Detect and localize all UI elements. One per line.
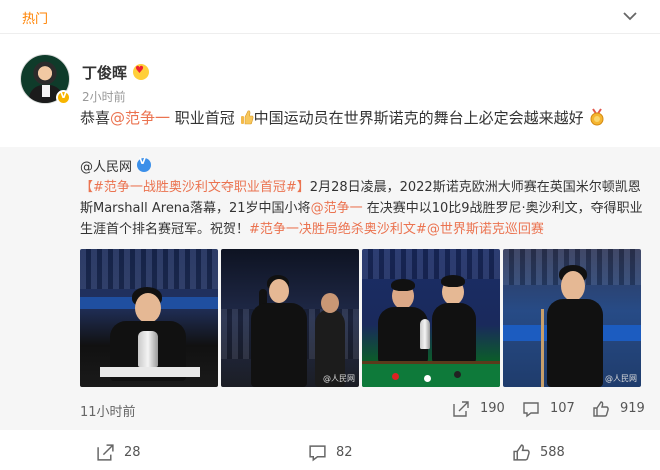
- top-bar: 热门: [0, 0, 660, 34]
- post-after: 中国运动员在世界斯诺克的舞台上必定会越来越好: [253, 109, 584, 127]
- watermark-text: @人民网: [323, 374, 355, 383]
- like-count: 588: [540, 445, 565, 460]
- repost-card[interactable]: @人民网 V 【#范争一战胜奥沙利文夺职业首冠#】2月28日凌晨，2022斯诺克…: [0, 147, 660, 430]
- photo-grid: @人民网 @人民网: [80, 249, 641, 387]
- verified-blue-icon: V: [137, 157, 151, 172]
- repost-time[interactable]: 11小时前: [80, 401, 136, 420]
- post-time[interactable]: 2小时前: [82, 88, 126, 105]
- post-prefix: 恭喜: [80, 109, 111, 127]
- chevron-down-icon[interactable]: [620, 6, 640, 26]
- share-count: 28: [124, 445, 141, 460]
- tour-mention-link[interactable]: @世界斯诺克巡回赛: [427, 222, 544, 237]
- repost-comment-count: 107: [550, 401, 575, 416]
- comment-icon: [309, 445, 326, 462]
- share-icon: [453, 401, 469, 417]
- topic-link-2[interactable]: #范争一决胜局绝杀奥沙利文#: [249, 222, 427, 237]
- repost-meta: 11小时前 190 107 919: [0, 399, 660, 420]
- post-middle: 职业首冠: [170, 109, 235, 127]
- repost-share-count: 190: [480, 401, 505, 416]
- repost-author[interactable]: @人民网: [80, 156, 132, 175]
- author-name[interactable]: 丁俊晖: [82, 62, 127, 83]
- photo-celebration[interactable]: @人民网: [221, 249, 359, 387]
- comment-icon: [523, 402, 539, 418]
- repost-mention-link[interactable]: @范争一: [311, 201, 363, 216]
- comment-count: 82: [336, 445, 353, 460]
- like-icon: [513, 444, 530, 461]
- thumbs-up-emoji-icon: [240, 110, 253, 125]
- watermark-text-2: @人民网: [605, 374, 637, 383]
- medal-emoji-icon: [590, 108, 604, 126]
- action-bar: 28 82 588: [0, 436, 660, 470]
- photo-finalists[interactable]: [362, 249, 500, 387]
- author-header: V 丁俊晖 2小时前: [20, 54, 620, 110]
- repost-text: 【#范争一战胜奥沙利文夺职业首冠#】2月28日凌晨，2022斯诺克欧洲大师赛在英…: [80, 177, 646, 240]
- post-text: 恭喜@范争一 职业首冠 中国运动员在世界斯诺克的舞台上必定会越来越好: [80, 107, 640, 129]
- repost-like-count: 919: [620, 401, 645, 416]
- hot-tag[interactable]: 热门: [22, 8, 48, 27]
- share-icon: [97, 444, 114, 461]
- photo-portrait[interactable]: @人民网: [503, 249, 641, 387]
- photo-trophy[interactable]: [80, 249, 218, 387]
- topic-link[interactable]: 【#范争一战胜奥沙利文夺职业首冠#】: [80, 180, 310, 195]
- verified-badge-icon: V: [56, 90, 71, 105]
- mention-link[interactable]: @范争一: [110, 109, 170, 127]
- like-icon: [593, 401, 609, 417]
- heart-eyes-emoji-icon: [133, 64, 149, 80]
